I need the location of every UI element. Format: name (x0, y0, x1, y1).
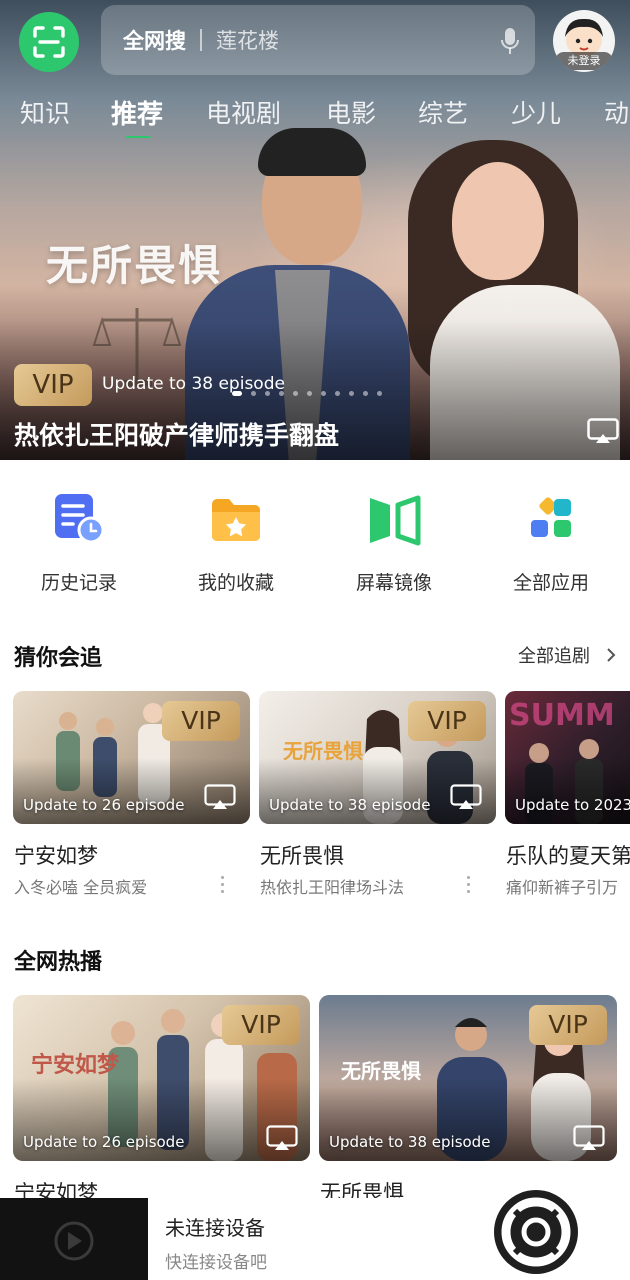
vip-badge: VIP (222, 1005, 300, 1045)
screen-mirror-label: 屏幕镜像 (355, 572, 432, 594)
follow-card-3-subtitle: 痛仰新裤子引万 (506, 878, 619, 897)
actress-face (452, 162, 544, 280)
follow-card-2[interactable]: 无所畏惧 VIP Update to 38 episode (259, 691, 496, 824)
carousel-dot-active (232, 391, 242, 396)
scan-button[interactable] (19, 12, 79, 72)
carousel-dot (307, 391, 312, 396)
follow-card-3[interactable]: SUMM Update to 2023-1 (505, 691, 630, 824)
favorites-label: 我的收藏 (197, 572, 274, 594)
device-status-subtitle: 快连接设备吧 (165, 1253, 267, 1273)
update-label: Update to 26 episode (23, 796, 185, 814)
carousel-dot (265, 391, 270, 396)
update-label: Update to 26 episode (23, 1133, 185, 1151)
section-title-hot: 全网热播 (14, 950, 103, 975)
carousel-dot (363, 391, 368, 396)
follow-card-1-title[interactable]: 宁安如梦 (14, 840, 98, 870)
play-icon[interactable] (0, 1198, 148, 1280)
tab-anime[interactable]: 动 (604, 94, 629, 130)
search-bar[interactable]: 全网搜 莲花楼 (101, 5, 535, 75)
cast-icon[interactable] (204, 784, 236, 810)
scan-icon (33, 26, 65, 58)
all-follow-link[interactable]: 全部追剧 (518, 642, 590, 668)
carousel-dot (321, 391, 326, 396)
vip-badge: VIP (162, 701, 240, 741)
section-title-follow: 猜你会追 (14, 646, 103, 671)
hero-title[interactable]: 热依扎王阳破产律师携手翻盘 (14, 416, 339, 452)
svg-text:SUMM: SUMM (509, 698, 615, 733)
device-status-title: 未连接设备 (165, 1216, 265, 1240)
tab-recommend[interactable]: 推荐 (111, 94, 163, 131)
carousel-dot (251, 391, 256, 396)
tab-movies[interactable]: 电影 (326, 94, 376, 130)
carousel-dot (293, 391, 298, 396)
cast-icon[interactable] (573, 1125, 605, 1151)
all-apps-label: 全部应用 (512, 572, 589, 594)
search-scope-label[interactable]: 全网搜 (123, 25, 186, 55)
follow-card-1[interactable]: VIP Update to 26 episode (13, 691, 250, 824)
all-apps-icon (521, 490, 581, 550)
cast-icon[interactable] (450, 784, 482, 810)
card-shade (505, 757, 630, 824)
poster-logo: 宁安如梦 (31, 1052, 120, 1078)
search-divider (200, 29, 202, 51)
vip-badge: VIP (408, 701, 486, 741)
tab-knowledge[interactable]: 知识 (20, 94, 70, 130)
player-thumbnail (0, 1198, 148, 1280)
tab-variety[interactable]: 综艺 (418, 94, 468, 130)
carousel-dot (349, 391, 354, 396)
chevron-right-icon[interactable] (606, 647, 616, 663)
vip-badge: VIP (529, 1005, 607, 1045)
more-options-icon[interactable] (221, 876, 225, 897)
active-tab-indicator (125, 136, 151, 138)
history-label: 历史记录 (40, 572, 117, 594)
follow-card-3-title[interactable]: 乐队的夏天第 (506, 840, 630, 870)
login-status-label: 未登录 (555, 52, 613, 70)
hero-vip-badge: VIP (14, 364, 92, 406)
cast-icon[interactable] (587, 418, 619, 444)
hero-show-logo: 无所畏惧 (46, 241, 223, 290)
tab-kids[interactable]: 少儿 (511, 94, 561, 130)
search-placeholder[interactable]: 莲花楼 (216, 25, 279, 55)
hot-card-2[interactable]: 无所畏惧 VIP Update to 38 episode (319, 995, 617, 1161)
all-apps-action[interactable]: 全部应用 (486, 490, 616, 595)
carousel-dot (279, 391, 284, 396)
category-tabs: 知识 推荐 电视剧 电影 综艺 少儿 动 (0, 88, 630, 138)
update-label: Update to 2023-1 (515, 796, 630, 814)
screen-mirror-icon (364, 490, 424, 550)
carousel-dots (232, 391, 382, 396)
carousel-dot (335, 391, 340, 396)
hot-card-1[interactable]: 宁安如梦 VIP Update to 26 episode (13, 995, 310, 1161)
follow-card-2-title[interactable]: 无所畏惧 (260, 840, 344, 870)
follow-card-1-subtitle: 入冬必嗑 全员疯爱 (14, 878, 148, 897)
history-icon (49, 490, 109, 550)
follow-card-2-subtitle: 热依扎王阳律场斗法 (260, 878, 405, 897)
favorites-action[interactable]: 我的收藏 (171, 490, 301, 595)
remote-control-button[interactable] (494, 1190, 578, 1274)
update-label: Update to 38 episode (269, 796, 431, 814)
remote-control-icon (501, 1197, 571, 1267)
user-avatar[interactable]: 未登录 (553, 10, 615, 72)
favorites-folder-icon (206, 490, 266, 550)
microphone-icon[interactable] (501, 27, 519, 55)
tab-tv-series[interactable]: 电视剧 (206, 94, 281, 130)
update-label: Update to 38 episode (329, 1133, 491, 1151)
cast-icon[interactable] (266, 1125, 298, 1151)
more-options-icon[interactable] (467, 876, 471, 897)
history-action[interactable]: 历史记录 (14, 490, 144, 595)
carousel-dot (377, 391, 382, 396)
screen-mirror-action[interactable]: 屏幕镜像 (329, 490, 459, 595)
